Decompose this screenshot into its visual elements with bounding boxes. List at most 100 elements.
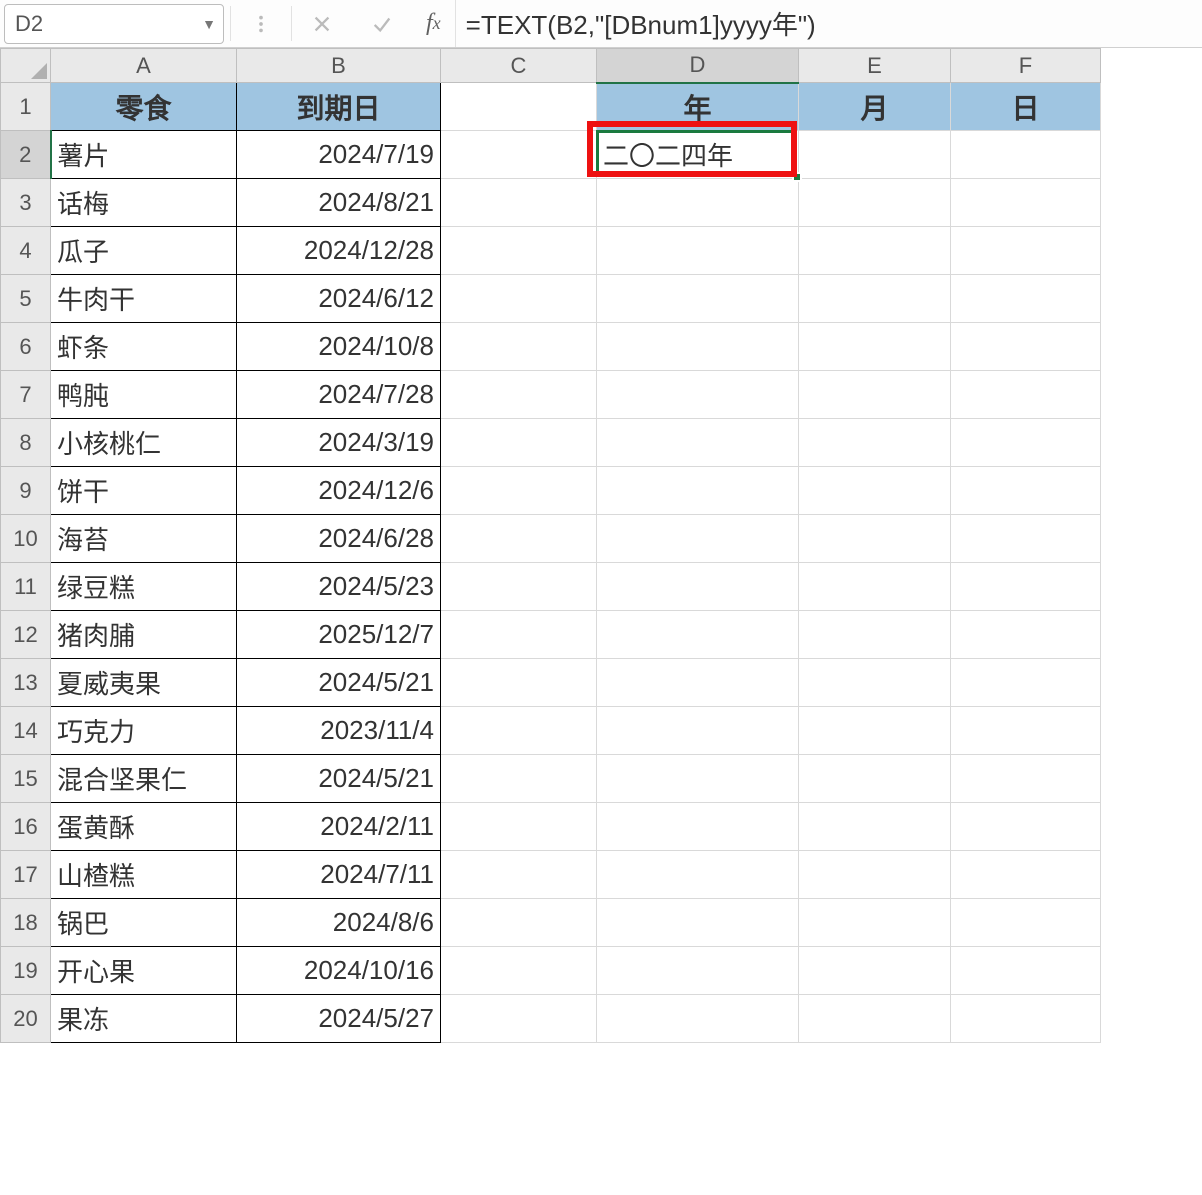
cell-D18[interactable]: [597, 899, 799, 947]
cell-A5[interactable]: 牛肉干: [51, 275, 237, 323]
row-header-20[interactable]: 20: [1, 995, 51, 1043]
cell-B20[interactable]: 2024/5/27: [237, 995, 441, 1043]
row-header-13[interactable]: 13: [1, 659, 51, 707]
cell-B15[interactable]: 2024/5/21: [237, 755, 441, 803]
cell-C5[interactable]: [441, 275, 597, 323]
cell-B16[interactable]: 2024/2/11: [237, 803, 441, 851]
cell-E9[interactable]: [799, 467, 951, 515]
cell-C17[interactable]: [441, 851, 597, 899]
cell-C13[interactable]: [441, 659, 597, 707]
col-header-F[interactable]: F: [951, 49, 1101, 83]
fx-icon[interactable]: fx: [412, 0, 455, 47]
cell-F18[interactable]: [951, 899, 1101, 947]
cell-A12[interactable]: 猪肉脯: [51, 611, 237, 659]
cell-C11[interactable]: [441, 563, 597, 611]
cell-D10[interactable]: [597, 515, 799, 563]
cell-E20[interactable]: [799, 995, 951, 1043]
cell-C8[interactable]: [441, 419, 597, 467]
col-header-B[interactable]: B: [237, 49, 441, 83]
cell-C4[interactable]: [441, 227, 597, 275]
cell-C7[interactable]: [441, 371, 597, 419]
cell-C2[interactable]: [441, 131, 597, 179]
cell-E15[interactable]: [799, 755, 951, 803]
row-header-10[interactable]: 10: [1, 515, 51, 563]
cell-C1[interactable]: [441, 83, 597, 131]
cell-E13[interactable]: [799, 659, 951, 707]
formula-input[interactable]: =TEXT(B2,"[DBnum1]yyyy年"): [455, 0, 1202, 47]
cell-F3[interactable]: [951, 179, 1101, 227]
cell-D12[interactable]: [597, 611, 799, 659]
cell-A9[interactable]: 饼干: [51, 467, 237, 515]
cell-A17[interactable]: 山楂糕: [51, 851, 237, 899]
cell-A3[interactable]: 话梅: [51, 179, 237, 227]
cell-A15[interactable]: 混合坚果仁: [51, 755, 237, 803]
cell-C9[interactable]: [441, 467, 597, 515]
cell-E14[interactable]: [799, 707, 951, 755]
cell-D16[interactable]: [597, 803, 799, 851]
cell-B11[interactable]: 2024/5/23: [237, 563, 441, 611]
cell-F2[interactable]: [951, 131, 1101, 179]
spreadsheet-grid[interactable]: A B C D E F 1零食到期日年月日2薯片2024/7/19二〇二四年3话…: [0, 48, 1202, 1043]
cell-D19[interactable]: [597, 947, 799, 995]
cell-B8[interactable]: 2024/3/19: [237, 419, 441, 467]
cell-C10[interactable]: [441, 515, 597, 563]
cell-A20[interactable]: 果冻: [51, 995, 237, 1043]
cancel-icon[interactable]: [292, 0, 352, 47]
cell-F20[interactable]: [951, 995, 1101, 1043]
row-header-4[interactable]: 4: [1, 227, 51, 275]
cell-B4[interactable]: 2024/12/28: [237, 227, 441, 275]
cell-B19[interactable]: 2024/10/16: [237, 947, 441, 995]
cell-F16[interactable]: [951, 803, 1101, 851]
cell-A14[interactable]: 巧克力: [51, 707, 237, 755]
cell-A4[interactable]: 瓜子: [51, 227, 237, 275]
cell-C16[interactable]: [441, 803, 597, 851]
cell-F8[interactable]: [951, 419, 1101, 467]
cell-F10[interactable]: [951, 515, 1101, 563]
cell-B5[interactable]: 2024/6/12: [237, 275, 441, 323]
cell-B1[interactable]: 到期日: [237, 83, 441, 131]
cell-D17[interactable]: [597, 851, 799, 899]
cell-E1[interactable]: 月: [799, 83, 951, 131]
cell-F5[interactable]: [951, 275, 1101, 323]
row-header-11[interactable]: 11: [1, 563, 51, 611]
cell-A13[interactable]: 夏威夷果: [51, 659, 237, 707]
cell-C12[interactable]: [441, 611, 597, 659]
cell-D2[interactable]: 二〇二四年: [597, 131, 799, 179]
cell-A10[interactable]: 海苔: [51, 515, 237, 563]
fill-handle[interactable]: [792, 172, 802, 182]
cell-E12[interactable]: [799, 611, 951, 659]
cell-D8[interactable]: [597, 419, 799, 467]
cell-B3[interactable]: 2024/8/21: [237, 179, 441, 227]
cell-F7[interactable]: [951, 371, 1101, 419]
cell-E2[interactable]: [799, 131, 951, 179]
cell-D4[interactable]: [597, 227, 799, 275]
cell-E5[interactable]: [799, 275, 951, 323]
cell-C14[interactable]: [441, 707, 597, 755]
cell-A11[interactable]: 绿豆糕: [51, 563, 237, 611]
cell-C6[interactable]: [441, 323, 597, 371]
cell-C18[interactable]: [441, 899, 597, 947]
cell-D5[interactable]: [597, 275, 799, 323]
cell-E17[interactable]: [799, 851, 951, 899]
cell-F4[interactable]: [951, 227, 1101, 275]
cell-E16[interactable]: [799, 803, 951, 851]
row-header-16[interactable]: 16: [1, 803, 51, 851]
cell-A6[interactable]: 虾条: [51, 323, 237, 371]
cell-A2[interactable]: 薯片: [51, 131, 237, 179]
cell-D14[interactable]: [597, 707, 799, 755]
row-header-6[interactable]: 6: [1, 323, 51, 371]
cell-C15[interactable]: [441, 755, 597, 803]
row-header-8[interactable]: 8: [1, 419, 51, 467]
cell-F9[interactable]: [951, 467, 1101, 515]
cell-D15[interactable]: [597, 755, 799, 803]
cell-F12[interactable]: [951, 611, 1101, 659]
cell-F19[interactable]: [951, 947, 1101, 995]
cell-A1[interactable]: 零食: [51, 83, 237, 131]
cell-A8[interactable]: 小核桃仁: [51, 419, 237, 467]
cell-C3[interactable]: [441, 179, 597, 227]
cell-D7[interactable]: [597, 371, 799, 419]
row-header-14[interactable]: 14: [1, 707, 51, 755]
select-all-corner[interactable]: [1, 49, 51, 83]
cell-C19[interactable]: [441, 947, 597, 995]
name-box[interactable]: D2 ▼: [4, 4, 224, 44]
